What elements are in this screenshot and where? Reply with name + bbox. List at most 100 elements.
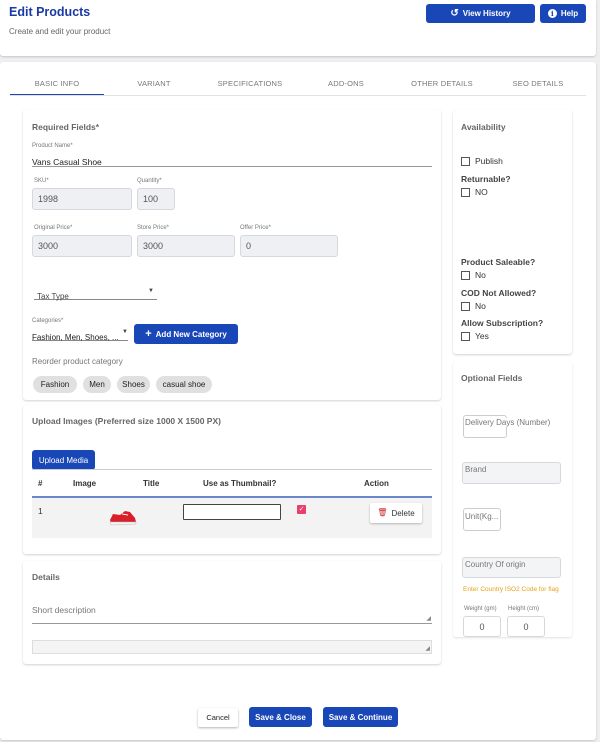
product-name-value: Vans Casual Shoe	[32, 157, 102, 167]
help-label: Help	[560, 9, 579, 18]
category-chip[interactable]: Shoes	[117, 376, 150, 393]
tab-seo-details[interactable]: SEO DETAILS	[495, 79, 581, 88]
delete-button[interactable]: 🗑 Delete	[370, 503, 422, 523]
category-chip[interactable]: casual shoe	[156, 376, 212, 393]
original-price-field: 3000	[32, 235, 132, 257]
country-placeholder: Country Of origin	[465, 560, 526, 569]
tab-basic-info[interactable]: BASIC INFO	[10, 79, 104, 88]
sku-field: 1998	[32, 188, 132, 210]
offer-price-field: 0	[240, 235, 338, 257]
publish-checkbox[interactable]: Publish	[461, 156, 503, 166]
subscription-label: Yes	[475, 331, 489, 341]
quantity-value: 100	[143, 194, 159, 204]
sku-value: 1998	[38, 194, 59, 204]
tabs-divider	[10, 95, 586, 96]
view-history-label: View History	[462, 9, 511, 18]
details-title: Details	[32, 572, 60, 582]
required-fields-title: Required Fields*	[32, 122, 100, 132]
short-description-textarea[interactable]: Short description ◢	[32, 600, 432, 624]
help-button[interactable]: i Help	[540, 4, 586, 23]
height-label: Height (cm)	[508, 606, 540, 612]
saleable-question: Product Saleable?	[461, 257, 536, 267]
publish-label: Publish	[475, 156, 503, 166]
info-icon: i	[547, 9, 557, 18]
cod-label: No	[475, 301, 486, 311]
trash-icon: 🗑	[377, 508, 388, 517]
product-name-input[interactable]: Vans Casual Shoe	[32, 152, 432, 167]
tax-type-label: Tax Type	[37, 292, 69, 301]
table-row: 1 ✓ 🗑 Delete	[32, 498, 432, 538]
thumbnail-checkbox[interactable]: ✓	[297, 505, 306, 514]
checkbox-box	[461, 187, 470, 197]
resize-handle-icon: ◢	[426, 616, 431, 622]
col-image: Image	[73, 479, 97, 488]
weight-input[interactable]: 0	[463, 616, 501, 637]
cod-question: COD Not Allowed?	[461, 288, 537, 298]
short-description-placeholder: Short description	[32, 605, 96, 615]
store-price-value: 3000	[143, 241, 164, 251]
categories-select[interactable]: Fashion, Men, Shoes, ... ▼	[32, 327, 128, 342]
availability-title: Availability	[461, 122, 506, 132]
reorder-label: Reorder product category	[32, 357, 123, 366]
saleable-label: No	[475, 270, 486, 280]
product-thumbnail-image	[108, 508, 138, 531]
brand-placeholder: Brand	[465, 465, 487, 474]
required-fields-card: Required Fields* Product Name* Vans Casu…	[23, 110, 441, 400]
plus-icon: +	[145, 327, 152, 340]
weight-value: 0	[479, 621, 485, 632]
offer-price-value: 0	[246, 241, 252, 251]
store-price-label: Store Price*	[137, 225, 170, 231]
long-description-textarea[interactable]: ◢	[32, 640, 432, 654]
checkbox-box	[461, 331, 470, 341]
delete-label: Delete	[391, 508, 415, 518]
add-new-category-button[interactable]: + Add New Category	[134, 324, 238, 344]
country-hint: Enter Country ISO2 Code for flag	[463, 586, 559, 593]
store-price-field: 3000	[137, 235, 235, 257]
tax-type-select[interactable]: Tax Type ▼	[34, 286, 157, 301]
upload-images-card: Upload Images (Preferred size 1000 X 150…	[23, 405, 441, 554]
weight-label: Weight (gm)	[464, 606, 497, 612]
save-continue-button[interactable]: Save & Continue	[323, 707, 398, 727]
caret-down-icon: ▼	[122, 329, 128, 335]
upload-media-button[interactable]: Upload Media	[32, 450, 95, 470]
cancel-button[interactable]: Cancel	[198, 708, 238, 727]
tab-specifications[interactable]: SPECIFICATIONS	[205, 79, 295, 88]
tab-variant[interactable]: VARIANT	[112, 79, 196, 88]
save-close-button[interactable]: Save & Close	[249, 707, 312, 727]
checkbox-box	[461, 301, 470, 311]
history-icon: ↺	[450, 7, 459, 19]
view-history-button[interactable]: ↺ View History	[426, 4, 535, 23]
quantity-label: Quantity*	[137, 178, 162, 184]
availability-card: Availability Publish Returnable? NO Prod…	[453, 110, 572, 354]
returnable-checkbox[interactable]: NO	[461, 187, 488, 197]
category-chip[interactable]: Fashion	[33, 376, 77, 393]
original-price-label: Original Price*	[34, 225, 73, 231]
upload-media-label: Upload Media	[38, 455, 89, 465]
save-continue-label: Save & Continue	[328, 712, 393, 722]
returnable-label: NO	[475, 187, 488, 197]
subscription-checkbox[interactable]: Yes	[461, 331, 489, 341]
product-name-label: Product Name*	[32, 143, 73, 149]
quantity-field: 100	[137, 188, 175, 210]
saleable-checkbox[interactable]: No	[461, 270, 486, 280]
height-value: 0	[523, 621, 529, 632]
height-input[interactable]: 0	[507, 616, 545, 637]
sku-label: SKU*	[34, 178, 49, 184]
original-price-value: 3000	[38, 241, 59, 251]
cod-checkbox[interactable]: No	[461, 301, 486, 311]
upload-images-title: Upload Images (Preferred size 1000 X 150…	[32, 416, 221, 426]
col-thumbnail: Use as Thumbnail?	[203, 479, 277, 488]
unit-input[interactable]: Unit(Kg...	[463, 508, 501, 531]
country-input[interactable]: Country Of origin	[462, 557, 561, 578]
title-input[interactable]	[183, 504, 281, 520]
tab-other-details[interactable]: OTHER DETAILS	[398, 79, 486, 88]
col-title: Title	[143, 479, 160, 488]
save-close-label: Save & Close	[255, 712, 306, 722]
brand-input[interactable]: Brand	[462, 462, 561, 484]
tab-add-ons[interactable]: ADD-ONS	[305, 79, 387, 88]
delivery-days-input[interactable]: Delivery Days (Number)	[463, 415, 551, 438]
add-new-category-label: Add New Category	[155, 329, 227, 339]
col-number: #	[38, 479, 43, 488]
category-chip[interactable]: Men	[83, 376, 111, 393]
details-card: Details Short description ◢ ◢	[23, 561, 441, 664]
